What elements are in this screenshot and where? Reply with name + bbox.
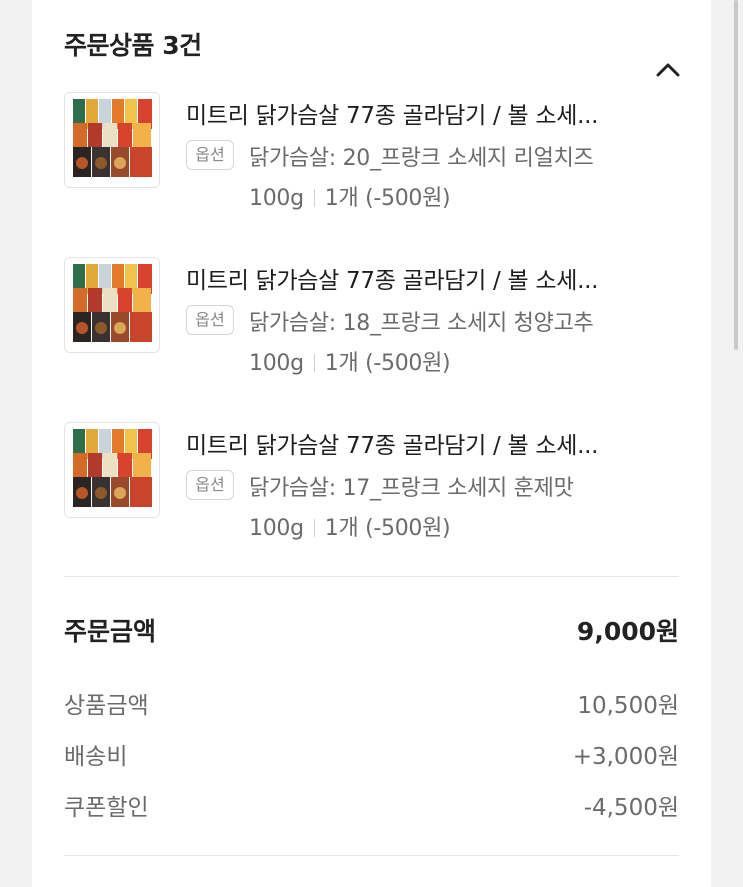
option-quantity: 1개 (-500원) (324, 351, 451, 376)
separator (313, 354, 315, 372)
order-items-title: 주문상품 3건 (64, 31, 202, 60)
separator (313, 189, 315, 207)
option-quantity-line: 100g 1개 (-500원) (249, 345, 451, 377)
product-amount-value: 10,500원 (577, 693, 679, 719)
order-item[interactable]: 미트리 닭가슴살 77종 골라담기 / 볼 소세... 옵션 닭가슴살: 18_… (64, 257, 684, 387)
product-amount-label: 상품금액 (64, 693, 149, 719)
option-quantity: 1개 (-500원) (324, 516, 451, 541)
order-total-value: 9,000원 (576, 617, 679, 646)
order-total-label: 주문금액 (64, 617, 157, 646)
divider (64, 855, 679, 856)
coupon-discount-value: -4,500원 (583, 795, 679, 821)
option-description: 닭가슴살: 20_프랑크 소세지 리얼치즈 (249, 146, 594, 171)
option-description: 닭가슴살: 18_프랑크 소세지 청양고추 (249, 311, 594, 336)
option-weight: 100g (249, 186, 304, 211)
product-thumbnail[interactable] (64, 257, 160, 353)
order-card: 주문상품 3건 미트리 닭가슴살 77종 골라담기 / 볼 소세... 옵션 닭… (32, 0, 711, 887)
product-thumbnail[interactable] (64, 422, 160, 518)
coupon-discount-label: 쿠폰할인 (64, 795, 149, 821)
option-quantity-line: 100g 1개 (-500원) (249, 510, 451, 542)
product-name[interactable]: 미트리 닭가슴살 77종 골라담기 / 볼 소세... (186, 426, 686, 460)
shipping-fee-label: 배송비 (64, 744, 128, 770)
option-weight: 100g (249, 516, 304, 541)
shipping-fee-value: +3,000원 (572, 744, 679, 770)
option-badge: 옵션 (186, 305, 234, 335)
option-badge: 옵션 (186, 470, 234, 500)
option-weight: 100g (249, 351, 304, 376)
product-thumbnail[interactable] (64, 92, 160, 188)
divider (64, 576, 679, 577)
product-name[interactable]: 미트리 닭가슴살 77종 골라담기 / 볼 소세... (186, 261, 686, 295)
option-quantity-line: 100g 1개 (-500원) (249, 180, 451, 212)
scrollbar[interactable] (734, 0, 738, 350)
product-name[interactable]: 미트리 닭가슴살 77종 골라담기 / 볼 소세... (186, 96, 686, 130)
option-badge: 옵션 (186, 140, 234, 170)
chevron-up-icon[interactable] (654, 58, 682, 80)
order-item[interactable]: 미트리 닭가슴살 77종 골라담기 / 볼 소세... 옵션 닭가슴살: 17_… (64, 422, 684, 552)
option-description: 닭가슴살: 17_프랑크 소세지 훈제맛 (249, 476, 574, 501)
order-item[interactable]: 미트리 닭가슴살 77종 골라담기 / 볼 소세... 옵션 닭가슴살: 20_… (64, 92, 684, 222)
separator (313, 519, 315, 537)
option-quantity: 1개 (-500원) (324, 186, 451, 211)
